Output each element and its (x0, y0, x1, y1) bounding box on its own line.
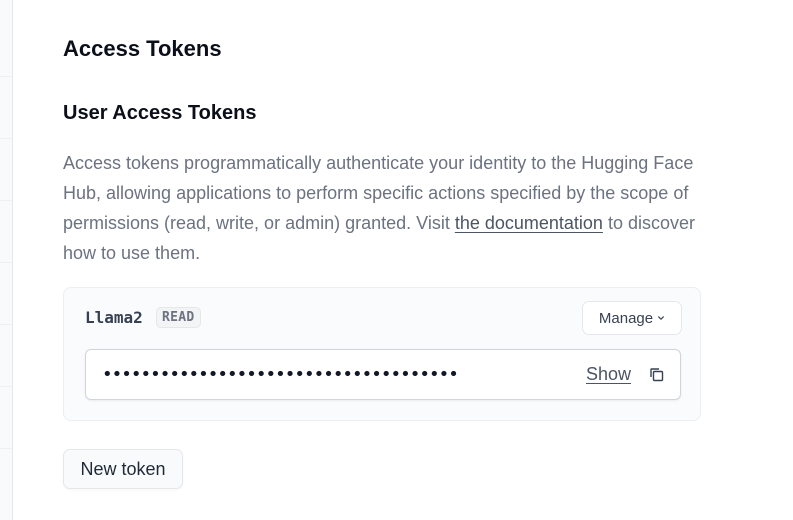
token-masked-value: ••••••••••••••••••••••••••••••••••••• (102, 364, 459, 385)
token-name: Llama2 (85, 308, 143, 327)
sidebar-divider (0, 262, 12, 263)
token-card: Llama2 READ Manage •••••••••••••••••••••… (63, 287, 701, 421)
new-token-button-label: New token (80, 458, 166, 479)
manage-button[interactable]: Manage (582, 301, 682, 335)
token-value-field[interactable]: ••••••••••••••••••••••••••••••••••••• Sh… (85, 349, 681, 400)
copy-icon[interactable] (648, 366, 666, 384)
section-title: User Access Tokens (63, 102, 257, 124)
chevron-down-icon (658, 316, 665, 320)
page-title: Access Tokens (63, 36, 222, 61)
token-role-badge: READ (156, 307, 201, 328)
sidebar-divider (0, 76, 12, 77)
new-token-button[interactable]: New token (63, 449, 183, 489)
documentation-link[interactable]: the documentation (455, 213, 603, 233)
sidebar-divider (0, 448, 12, 449)
sidebar-divider (0, 386, 12, 387)
sidebar-divider (0, 324, 12, 325)
show-token-button[interactable]: Show (586, 364, 631, 385)
section-description: Access tokens programmatically authentic… (63, 148, 703, 268)
sidebar-divider (0, 138, 12, 139)
manage-button-label: Manage (598, 309, 654, 327)
sidebar-edge (0, 0, 13, 520)
sidebar-divider (0, 200, 12, 201)
